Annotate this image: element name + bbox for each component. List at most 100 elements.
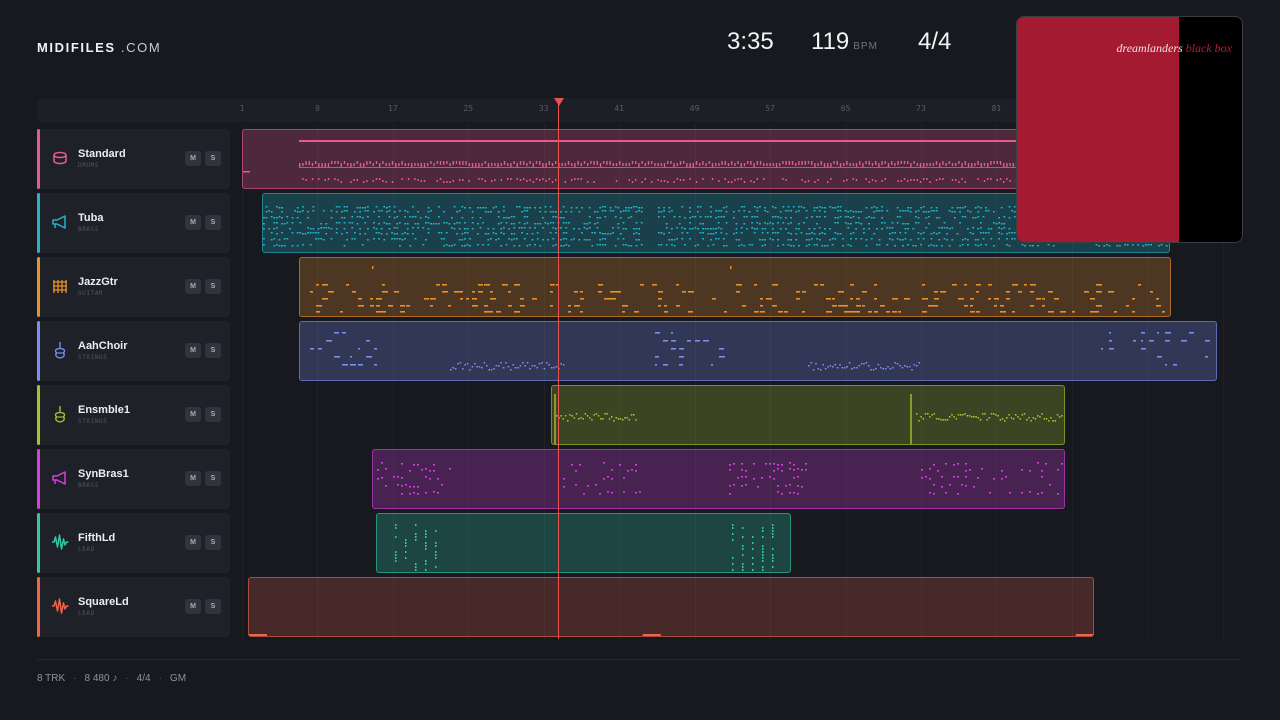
clip-squareld[interactable] — [247, 577, 1095, 637]
tempo-unit: BPM — [853, 41, 878, 52]
clip-notes — [309, 266, 1165, 313]
logo-brand: MIDIFILES — [37, 40, 116, 55]
waveform-icon — [52, 598, 69, 614]
track-category: DRUMS — [78, 162, 100, 169]
ruler-tick: 9 — [315, 104, 320, 113]
clip-fifthld[interactable] — [375, 513, 791, 573]
track-name: Ensmble1 — [78, 404, 130, 416]
playhead[interactable] — [558, 104, 559, 639]
grid-line — [242, 124, 243, 640]
mute-button[interactable]: M — [185, 279, 201, 294]
track-color-stripe — [37, 513, 40, 573]
track-header-fifthld[interactable]: FifthLd LEAD M S — [37, 513, 230, 573]
ruler-tick: 73 — [916, 104, 926, 113]
clip-notes — [309, 332, 1210, 371]
footer-separator: · — [73, 673, 77, 684]
track-color-stripe — [37, 321, 40, 381]
footer-track-count: 8 TRK — [37, 673, 66, 684]
track-name: SynBras1 — [78, 468, 129, 480]
track-name: AahChoir — [78, 340, 128, 352]
mute-button[interactable]: M — [185, 343, 201, 358]
album-cover: dreamlanders black box — [1016, 16, 1243, 243]
mute-button[interactable]: M — [185, 535, 201, 550]
clip-notes — [394, 524, 774, 571]
tempo-readout: 119 BPM — [811, 28, 878, 60]
track-color-stripe — [37, 129, 40, 189]
guitar-icon — [53, 280, 67, 293]
track-header-squareld[interactable]: SquareLd LEAD M S — [37, 577, 230, 637]
solo-button[interactable]: S — [205, 151, 221, 166]
track-header-standard[interactable]: Standard DRUMS M S — [37, 129, 230, 189]
track-color-stripe — [37, 577, 40, 637]
track-name: Tuba — [78, 212, 104, 224]
track-color-stripe — [37, 257, 40, 317]
footer-stats: 8 TRK · 8 480 ♪ · 4/4 · GM — [37, 673, 186, 684]
drum-icon — [53, 151, 67, 165]
waveform-icon — [52, 534, 69, 550]
solo-button[interactable]: S — [205, 471, 221, 486]
tempo-value: 119 — [811, 28, 850, 55]
footer-separator: · — [158, 673, 162, 684]
footer-note-count: 8 480 ♪ — [84, 673, 118, 684]
track-category: GUITAR — [78, 290, 104, 297]
footer-separator: · — [125, 673, 129, 684]
track-category: BRASS — [78, 482, 100, 489]
track-category: LEAD — [78, 546, 95, 553]
footer-time-signature: 4/4 — [136, 673, 151, 684]
ruler-tick: 41 — [614, 104, 625, 113]
mute-button[interactable]: M — [185, 215, 201, 230]
track-category: LEAD — [78, 610, 95, 617]
track-category: STRINGS — [78, 418, 108, 425]
violin-icon — [54, 406, 66, 423]
footer-divider — [37, 659, 1240, 660]
clip-notes — [554, 394, 1063, 444]
track-name: FifthLd — [78, 532, 116, 544]
violin-icon — [54, 342, 66, 359]
ruler-tick: 57 — [765, 104, 775, 113]
track-color-stripe — [37, 193, 40, 253]
track-header-jazzgtr[interactable]: JazzGtr GUITAR M S — [37, 257, 230, 317]
album-artist: dreamlanders — [1116, 41, 1183, 55]
horn-icon — [52, 215, 66, 229]
horn-icon — [52, 471, 66, 485]
track-color-stripe — [37, 385, 40, 445]
logo: MIDIFILES .COM — [37, 40, 161, 55]
solo-button[interactable]: S — [205, 407, 221, 422]
ruler-tick: 49 — [689, 104, 700, 113]
track-header-synbras1[interactable]: SynBras1 BRASS M S — [37, 449, 230, 509]
solo-button[interactable]: S — [205, 279, 221, 294]
track-header-tuba[interactable]: Tuba BRASS M S — [37, 193, 230, 253]
ruler-tick: 65 — [840, 104, 851, 113]
mute-button[interactable]: M — [185, 599, 201, 614]
clip-jazzgtr[interactable] — [298, 257, 1171, 317]
track-name: JazzGtr — [78, 276, 118, 288]
footer-midi-standard: GM — [169, 673, 187, 684]
track-header-aahchoir[interactable]: AahChoir STRINGS M S — [37, 321, 230, 381]
solo-button[interactable]: S — [205, 215, 221, 230]
mute-button[interactable]: M — [185, 407, 201, 422]
album-cover-text: dreamlanders black box — [1116, 41, 1232, 56]
solo-button[interactable]: S — [205, 535, 221, 550]
solo-button[interactable]: S — [205, 343, 221, 358]
ruler-tick: 1 — [239, 104, 245, 113]
playhead-handle[interactable] — [554, 98, 564, 106]
track-name: SquareLd — [78, 596, 129, 608]
clip-notes — [377, 462, 1064, 495]
mute-button[interactable]: M — [185, 151, 201, 166]
ruler-tick: 81 — [991, 104, 1002, 113]
track-name: Standard — [78, 148, 126, 160]
mute-button[interactable]: M — [185, 471, 201, 486]
ruler-tick: 17 — [388, 104, 398, 113]
track-category: BRASS — [78, 226, 100, 233]
logo-tld: .COM — [120, 40, 162, 55]
track-color-stripe — [37, 449, 40, 509]
duration-readout: 3:35 — [727, 28, 774, 55]
clip-ensmble1[interactable] — [551, 385, 1066, 445]
ruler-tick: 25 — [463, 104, 474, 113]
track-category: STRINGS — [78, 354, 108, 361]
clip-synbras1[interactable] — [372, 449, 1066, 509]
track-header-ensmble1[interactable]: Ensmble1 STRINGS M S — [37, 385, 230, 445]
album-title: black box — [1185, 41, 1232, 55]
clip-aahchoir[interactable] — [298, 321, 1218, 381]
solo-button[interactable]: S — [205, 599, 221, 614]
